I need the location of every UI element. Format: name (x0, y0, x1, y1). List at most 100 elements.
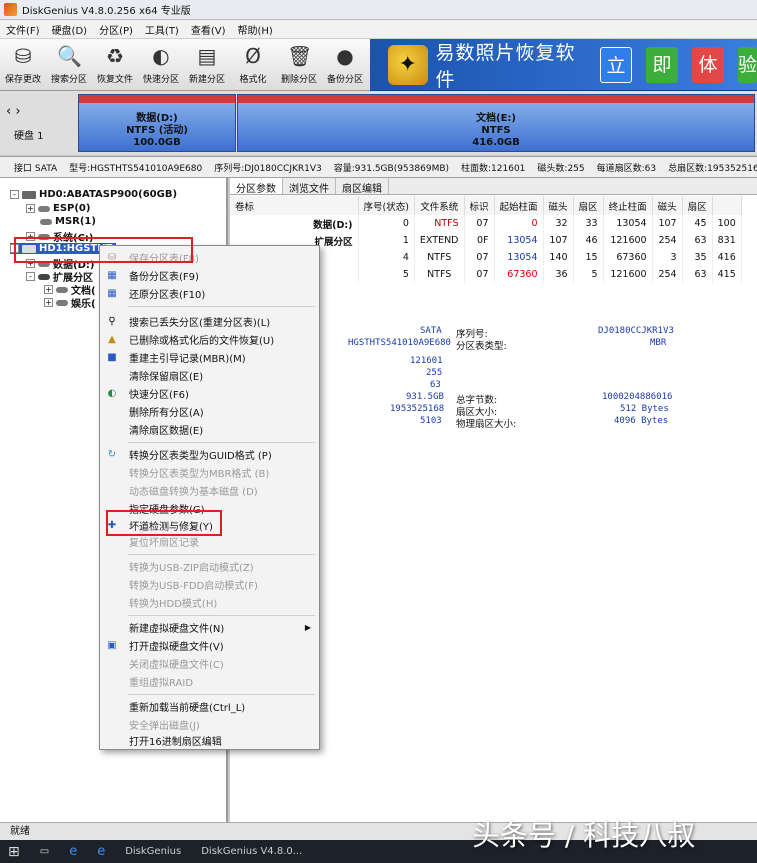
format-icon: Ø (245, 44, 261, 68)
menu-usb-zip[interactable]: 转换为USB-ZIP启动模式(Z) (100, 558, 319, 575)
task-view-icon[interactable]: ▭ (40, 846, 49, 857)
taskbar-app-diskgenius[interactable]: DiskGenius (125, 846, 181, 857)
menu-clear-sectors[interactable]: 清除扇区数据(E) (100, 421, 319, 438)
window-title: DiskGenius V4.8.0.256 x64 专业版 (22, 6, 191, 17)
menu-convert-mbr[interactable]: 转换分区表类型为MBR格式 (B) (100, 464, 319, 481)
menu-hex-editor[interactable]: 打开16进制扇区编辑 (100, 732, 319, 749)
detail-sector-size: 512 Bytes (620, 404, 669, 414)
title-bar: DiskGenius V4.8.0.256 x64 专业版 (0, 0, 757, 20)
menu-disk[interactable]: 硬盘(D) (52, 22, 88, 37)
menu-separator (128, 442, 315, 443)
mbr-icon: ■ (107, 352, 117, 363)
tab-partition-params[interactable]: 分区参数 (230, 178, 283, 195)
watermark: 头条号 / 科技八叔 (472, 819, 696, 852)
ad-banner[interactable]: ✦ 易数照片恢复软件 立 即 体 验 (370, 39, 757, 91)
tree-msr[interactable]: MSR(1) (40, 216, 96, 227)
new-partition-button[interactable]: ▤ 新建分区 (184, 39, 230, 91)
volume-icon (56, 286, 68, 293)
restore-table-icon: ▦ (107, 288, 117, 299)
expand-icon[interactable]: + (44, 285, 53, 294)
tab-sector-edit[interactable]: 扇区编辑 (336, 178, 389, 195)
table-row[interactable]: 数据(D:) 0 NTFS 07 0 32 33 13054 107 45 10… (230, 215, 742, 232)
menu-separator (128, 306, 315, 307)
save-changes-button[interactable]: ⛁ 保存更改 (0, 39, 46, 91)
disk-nav-arrows-icon[interactable]: ‹ › (6, 104, 21, 119)
delete-icon: 🗑 (287, 44, 313, 68)
menu-bar: 文件(F) 硬盘(D) 分区(P) 工具(T) 查看(V) 帮助(H) (0, 20, 757, 39)
menu-new-virtual-disk[interactable]: 新建虚拟硬盘文件(N) ▶ (100, 619, 319, 636)
menu-help[interactable]: 帮助(H) (238, 22, 273, 37)
new-partition-icon: ▤ (197, 44, 217, 68)
banner-tile-2: 即 (646, 46, 679, 83)
detail-interface: SATA (420, 326, 442, 336)
taskbar-app-diskgenius-window[interactable]: DiskGenius V4.8.0... (201, 846, 302, 857)
banner-logo-icon: ✦ (388, 44, 428, 85)
recover-icon: ▲ (108, 334, 116, 345)
banner-tile-3: 体 (692, 46, 724, 83)
save-icon: ⛁ (14, 44, 32, 68)
quick-partition-icon: ◐ (107, 388, 117, 399)
delete-partition-button[interactable]: 🗑 删除分区 (276, 39, 322, 91)
volume-icon (38, 273, 50, 280)
menu-close-virtual-disk[interactable]: 关闭虚拟硬盘文件(C) (100, 655, 319, 672)
search-partition-button[interactable]: 🔍 搜索分区 (46, 39, 92, 91)
menu-convert-guid[interactable]: ↻ 转换分区表类型为GUID格式 (P) (100, 446, 319, 463)
menu-file[interactable]: 文件(F) (6, 22, 40, 37)
volume-icon (40, 218, 52, 225)
collapse-icon[interactable]: - (26, 272, 35, 281)
backup-table-icon: ▦ (107, 270, 117, 281)
detail-heads: 255 (426, 368, 443, 378)
menu-view[interactable]: 查看(V) (191, 22, 226, 37)
windows-start-icon[interactable]: ⊞ (8, 844, 20, 860)
tree-esp[interactable]: + ESP(0) (26, 203, 90, 214)
menu-reload-disk[interactable]: 重新加载当前硬盘(Ctrl_L) (100, 698, 319, 715)
detail-model: HGSTHTS541010A9E680 (348, 338, 451, 348)
backup-icon: ● (336, 44, 354, 68)
menu-open-virtual-disk[interactable]: ▣ 打开虚拟硬盘文件(V) (100, 637, 319, 654)
tree-hd0[interactable]: - HD0:ABATASP900(60GB) (10, 189, 177, 200)
menu-quick-partition[interactable]: ◐ 快速分区(F6) (100, 385, 319, 402)
collapse-icon[interactable]: - (10, 190, 19, 199)
menu-partition[interactable]: 分区(P) (99, 22, 133, 37)
context-menu: ⛁ 保存分区表(F8) ▦ 备份分区表(F9) ▦ 还原分区表(F10) ⚲ 搜索已丢失… (99, 245, 320, 750)
menu-safe-eject[interactable]: 安全弹出磁盘(J) (100, 716, 319, 733)
menu-restore-table[interactable]: ▦ 还原分区表(F10) (100, 285, 319, 302)
highlight-box-disk (14, 237, 193, 263)
detail-capacity: 931.5GB (406, 392, 444, 402)
recover-files-button[interactable]: ♻ 恢复文件 (92, 39, 138, 91)
expand-icon[interactable]: + (44, 298, 53, 307)
edge-icon[interactable]: e (69, 844, 77, 859)
tab-browse-files[interactable]: 浏览文件 (283, 178, 336, 195)
tree-entertainment[interactable]: + 娱乐( (44, 295, 96, 310)
menu-delete-all[interactable]: 删除所有分区(A) (100, 403, 319, 420)
expand-icon[interactable]: + (26, 204, 35, 213)
disk-info-bar: 接口 SATA 型号:HGSTHTS541010A9E680 序列号:DJ018… (0, 156, 757, 178)
highlight-box-repair (106, 510, 222, 536)
menu-clear-reserved[interactable]: 清除保留扇区(E) (100, 367, 319, 384)
menu-hdd-mode[interactable]: 转换为HDD模式(H) (100, 594, 319, 611)
menu-rebuild-mbr[interactable]: ■ 重建主引导记录(MBR)(M) (100, 349, 319, 366)
recover-icon: ♻ (106, 44, 124, 68)
menu-search-lost[interactable]: ⚲ 搜索已丢失分区(重建分区表)(L) (100, 313, 319, 330)
menu-dynamic-to-basic[interactable]: 动态磁盘转换为基本磁盘 (D) (100, 482, 319, 499)
hard-disk-icon (22, 190, 36, 199)
menu-backup-table[interactable]: ▦ 备份分区表(F9) (100, 267, 319, 284)
quick-partition-icon: ◐ (152, 44, 170, 68)
partition-block-docs[interactable]: 文档(E:) NTFS 416.0GB (237, 94, 755, 152)
menu-tools[interactable]: 工具(T) (145, 22, 179, 37)
menu-separator (128, 615, 315, 616)
search-icon: 🔍 (57, 44, 82, 68)
toolbar: ⛁ 保存更改 🔍 搜索分区 ♻ 恢复文件 ◐ 快速分区 ▤ 新建分区 Ø 格式化 🗑 删除分区… (0, 39, 370, 91)
menu-recover-deleted[interactable]: ▲ 已删除或格式化后的文件恢复(U) (100, 331, 319, 348)
detail-phys-label: 物理扇区大小: (456, 419, 517, 430)
tab-bar: 分区参数 浏览文件 扇区编辑 (230, 178, 757, 195)
table-header: 卷标 序号(状态) 文件系统 标识 起始柱面 磁头 扇区 终止柱面 磁头 扇区 (230, 196, 742, 215)
menu-usb-fdd[interactable]: 转换为USB-FDD启动模式(F) (100, 576, 319, 593)
menu-rebuild-raid[interactable]: 重组虚拟RAID (100, 673, 319, 690)
quick-partition-button[interactable]: ◐ 快速分区 (138, 39, 184, 91)
format-button[interactable]: Ø 格式化 (230, 39, 276, 91)
partition-block-data[interactable]: 数据(D:) NTFS (活动) 100.0GB (78, 94, 236, 152)
browser-icon[interactable]: e (97, 844, 105, 859)
volume-icon (56, 299, 68, 306)
backup-partition-button[interactable]: ● 备份分区 (322, 39, 368, 91)
